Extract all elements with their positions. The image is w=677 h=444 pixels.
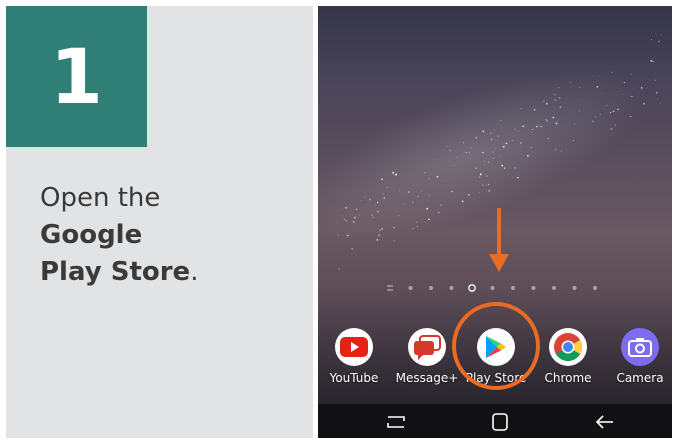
instruction-period: . xyxy=(190,257,199,287)
app-youtube[interactable]: YouTube xyxy=(321,324,387,385)
instruction-app-name-part1: Google xyxy=(40,220,143,250)
page-dot xyxy=(572,285,577,291)
page-dot xyxy=(387,285,393,291)
instruction-text: Open the Google Play Store. xyxy=(40,180,198,291)
page-dot-current xyxy=(468,284,476,292)
instruction-line-1: Open the xyxy=(40,183,161,213)
page-dot xyxy=(531,285,536,291)
phone-home-screen: YouTube Message+ Play Store Chrome Camer… xyxy=(318,6,672,438)
step-number: 1 xyxy=(50,31,103,121)
page-dot xyxy=(592,285,598,291)
instruction-line-2: Google xyxy=(40,217,198,254)
app-label: Chrome xyxy=(544,371,592,385)
recents-icon[interactable] xyxy=(384,412,408,432)
page-dot xyxy=(408,285,413,291)
page-dot xyxy=(490,285,495,291)
page-dot xyxy=(510,285,516,291)
page-indicator xyxy=(387,284,598,292)
home-icon[interactable] xyxy=(490,412,510,432)
instruction-panel: 1 Open the Google Play Store. xyxy=(6,6,313,438)
camera-icon xyxy=(621,328,659,366)
app-camera[interactable]: Camera xyxy=(607,324,672,385)
youtube-icon xyxy=(335,328,373,366)
page-dot xyxy=(551,285,557,291)
instruction-line-3: Play Store. xyxy=(40,254,198,291)
chrome-icon xyxy=(549,328,587,366)
app-label: Message+ xyxy=(395,371,459,385)
highlight-circle xyxy=(452,302,540,390)
down-arrow-indicator xyxy=(489,208,509,272)
step-badge: 1 xyxy=(6,6,147,147)
app-chrome[interactable]: Chrome xyxy=(535,324,601,385)
app-message-plus[interactable]: Message+ xyxy=(394,324,460,385)
messages-icon xyxy=(408,328,446,366)
navigation-bar xyxy=(318,404,672,438)
app-label: Camera xyxy=(616,371,664,385)
page-dot xyxy=(449,285,454,291)
back-icon[interactable] xyxy=(594,412,616,432)
instruction-app-name-part2: Play Store xyxy=(40,257,191,287)
app-label: YouTube xyxy=(329,371,379,385)
page-dot xyxy=(428,285,434,291)
